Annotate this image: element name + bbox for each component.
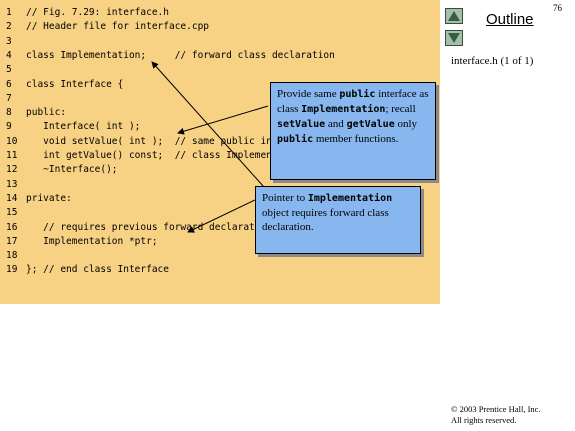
page-number: 76 bbox=[553, 3, 562, 13]
callout-text: only bbox=[394, 118, 418, 130]
callout-code: public bbox=[277, 134, 314, 145]
outline-title[interactable]: Outline bbox=[486, 11, 534, 28]
callout-public-interface: Provide same public interface as class I… bbox=[270, 82, 436, 180]
previous-slide-button[interactable] bbox=[445, 8, 463, 24]
callout-text: and bbox=[325, 118, 347, 130]
copyright-notice: © 2003 Prentice Hall, Inc. All rights re… bbox=[451, 404, 541, 426]
next-slide-button[interactable] bbox=[445, 30, 463, 46]
up-arrow-icon bbox=[448, 11, 460, 21]
callout-text: Pointer to bbox=[262, 192, 308, 204]
callout-text: member functions. bbox=[313, 133, 399, 145]
arrow-to-interface-methods bbox=[177, 105, 269, 135]
callout-text: Provide same bbox=[277, 88, 340, 100]
copyright-line: All rights reserved. bbox=[451, 415, 517, 425]
callout-code: setValue bbox=[277, 119, 326, 130]
file-label: interface.h (1 of 1) bbox=[451, 55, 534, 67]
copyright-line: © 2003 Prentice Hall, Inc. bbox=[451, 404, 541, 414]
callout-text: ; recall bbox=[385, 103, 416, 115]
callout-code: Implementation bbox=[307, 193, 393, 204]
callout-code: getValue bbox=[346, 119, 395, 130]
arrow-to-ptr-member bbox=[187, 199, 256, 233]
callout-code: Implementation bbox=[301, 104, 386, 115]
arrow-to-forward-declaration bbox=[151, 61, 273, 197]
callout-pointer: Pointer to Implementation object require… bbox=[255, 186, 421, 254]
callout-code: public bbox=[339, 89, 376, 100]
down-arrow-icon bbox=[448, 33, 460, 43]
callout-text: object requires forward class declaratio… bbox=[262, 207, 389, 233]
